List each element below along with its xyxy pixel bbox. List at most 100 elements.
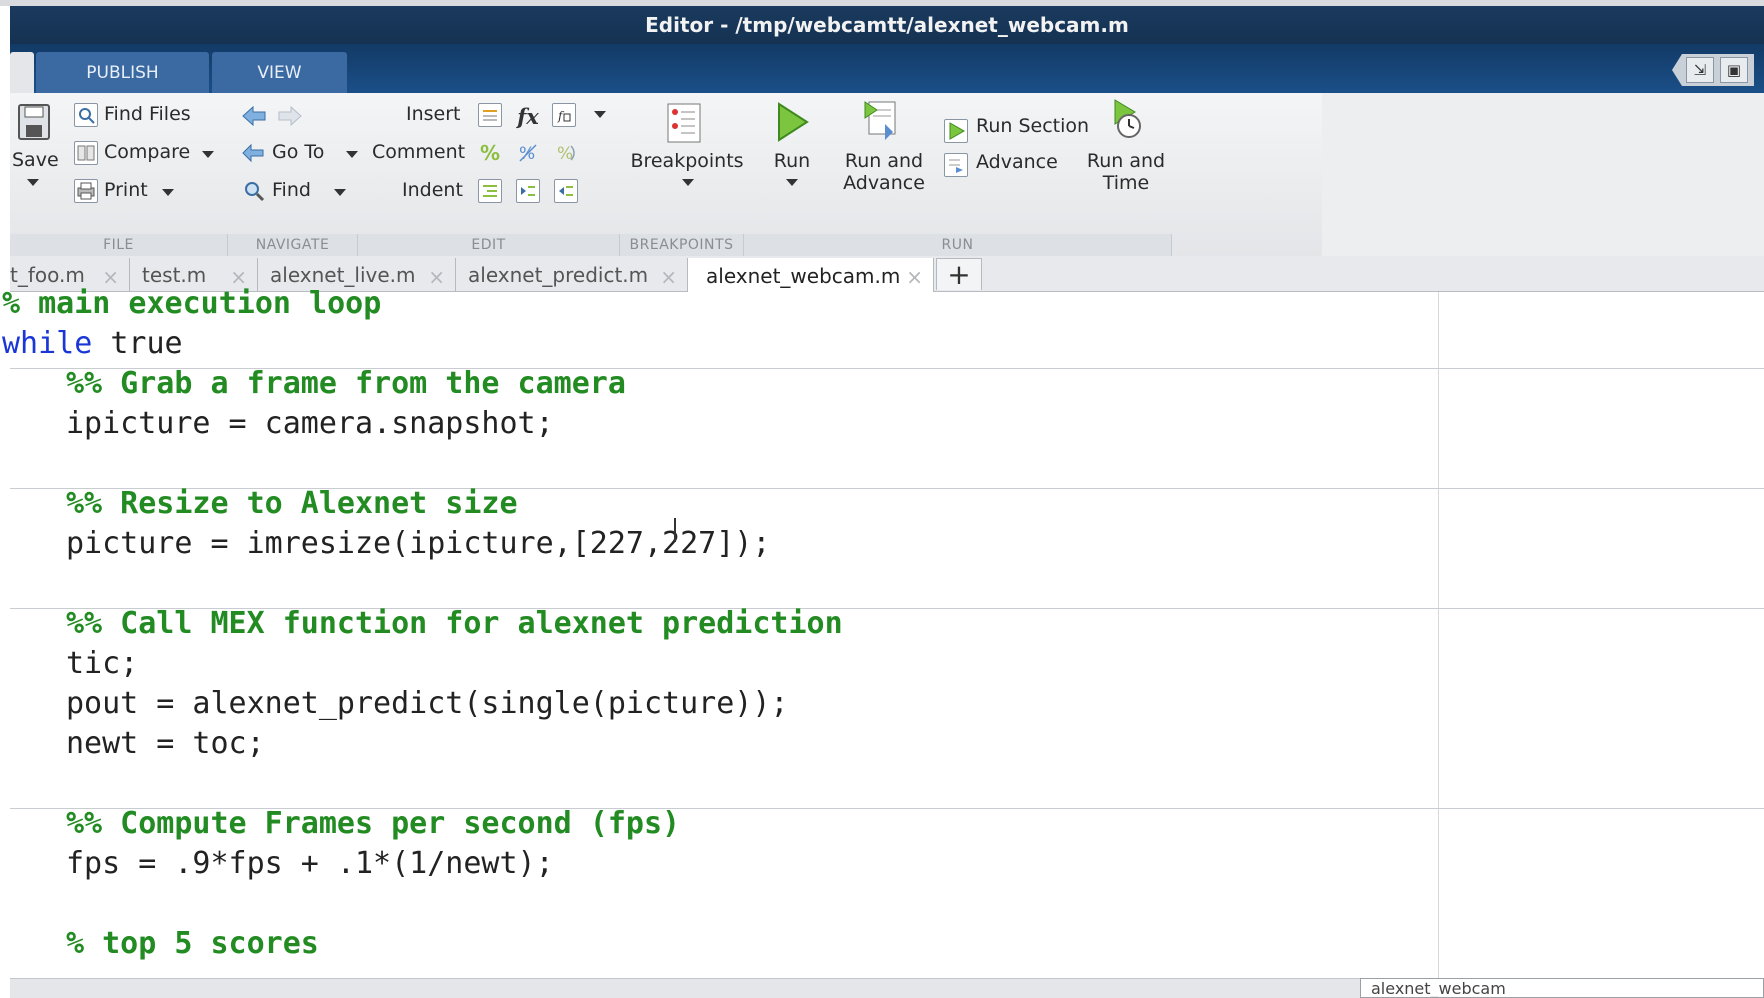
print-button[interactable]: Print — [104, 179, 148, 201]
run-group-label: RUN — [744, 234, 1172, 256]
find-icon[interactable] — [242, 179, 266, 203]
insert-formula-icon[interactable]: f — [552, 103, 576, 127]
run-dropdown-icon[interactable] — [786, 179, 798, 186]
breakpoints-icon[interactable] — [664, 101, 704, 145]
insert-section-icon[interactable] — [478, 103, 502, 127]
comment-label: Comment — [372, 141, 466, 163]
run-and-time-label-2[interactable]: Time — [1078, 171, 1174, 195]
navigate-group-label: NAVIGATE — [228, 234, 358, 256]
text-cursor — [674, 518, 684, 542]
insert-function-icon[interactable]: fx — [514, 103, 542, 129]
code-while-condition: true — [92, 326, 183, 361]
code-line-while: while true — [2, 324, 183, 364]
right-margin-line — [1438, 292, 1439, 978]
insert-dropdown-icon[interactable] — [594, 111, 606, 118]
undock-icon[interactable]: ⇲ — [1686, 57, 1714, 83]
breakpoints-group: Breakpoints BREAKPOINTS — [620, 93, 744, 256]
code-line-section-header: %% Resize to Alexnet size — [66, 486, 518, 521]
save-button[interactable]: Save — [12, 149, 59, 171]
run-and-time-label-1[interactable]: Run and — [1078, 149, 1174, 173]
find-button[interactable]: Find — [272, 179, 311, 201]
run-section-button[interactable]: Run Section — [976, 115, 1089, 137]
run-and-advance-label-2[interactable]: Advance — [836, 171, 932, 195]
indent-label: Indent — [402, 179, 463, 201]
code-line: fps = .9*fps + .1*(1/newt); — [66, 846, 554, 881]
code-line: newt = toc; — [66, 726, 265, 761]
run-button[interactable]: Run — [744, 149, 840, 173]
compare-dropdown-icon[interactable] — [202, 151, 214, 158]
code-line: tic; — [66, 646, 139, 681]
plus-icon: + — [947, 258, 971, 291]
insert-label: Insert — [406, 103, 461, 125]
doc-tab-label: alexnet_predict.m — [468, 263, 649, 287]
go-to-icon[interactable] — [240, 141, 266, 165]
decrease-indent-icon[interactable] — [554, 179, 578, 203]
ribbon-tab-bar: PUBLISH VIEW ⇲ ▣ — [10, 44, 1764, 93]
save-dropdown-icon[interactable] — [27, 179, 39, 186]
ribbon-empty-area — [1322, 93, 1764, 256]
print-icon[interactable] — [74, 179, 98, 203]
go-to-button[interactable]: Go To — [272, 141, 324, 163]
run-and-time-icon[interactable] — [1106, 97, 1148, 143]
breakpoints-dropdown-icon[interactable] — [682, 179, 694, 186]
wrap-comments-icon[interactable]: % — [554, 141, 578, 165]
breakpoints-button[interactable]: Breakpoints — [620, 149, 754, 173]
run-and-advance-label-1[interactable]: Run and — [836, 149, 932, 173]
run-icon[interactable] — [772, 99, 812, 145]
tab-view[interactable]: VIEW — [212, 52, 347, 93]
tab-editor[interactable] — [10, 52, 34, 93]
code-line: ipicture = camera.snapshot; — [66, 406, 554, 441]
svg-text:%: % — [557, 144, 573, 164]
smart-indent-icon[interactable] — [478, 179, 502, 203]
save-icon[interactable] — [16, 103, 52, 141]
find-files-button[interactable]: Find Files — [104, 103, 191, 125]
tab-publish[interactable]: PUBLISH — [36, 52, 209, 93]
code-editor[interactable]: % main execution loop while true %% Grab… — [2, 286, 1764, 978]
find-dropdown-icon[interactable] — [334, 189, 346, 196]
run-and-advance-icon[interactable] — [860, 97, 902, 143]
increase-indent-icon[interactable] — [516, 179, 540, 203]
save-layout-icon[interactable]: ▣ — [1720, 57, 1748, 83]
code-line: picture = imresize(ipicture,[227,227]); — [66, 526, 771, 561]
find-files-icon[interactable] — [74, 103, 98, 127]
doc-tab-alexnet-webcam[interactable]: alexnet_webcam.m × — [688, 258, 934, 293]
code-line-section-header: %% Call MEX function for alexnet predict… — [66, 606, 843, 641]
doc-tab-label: alexnet_webcam.m — [706, 263, 901, 288]
advance-button[interactable]: Advance — [976, 151, 1058, 173]
close-tab-icon[interactable]: × — [906, 265, 923, 289]
code-line: pout = alexnet_predict(single(picture)); — [66, 686, 789, 721]
tab-publish-label: PUBLISH — [86, 62, 159, 83]
code-line-comment: % main execution loop — [2, 286, 382, 321]
keyword-while: while — [2, 326, 93, 361]
window-title-bar: Editor - /tmp/webcamtt/alexnet_webcam.m — [10, 6, 1764, 44]
forward-arrow-icon[interactable] — [276, 103, 304, 129]
file-group: Save Find Files Compare Print FILE — [10, 93, 228, 256]
go-to-dropdown-icon[interactable] — [346, 151, 358, 158]
compare-icon[interactable] — [74, 141, 98, 165]
status-function-name: alexnet_webcam — [1371, 979, 1506, 998]
back-arrow-icon[interactable] — [240, 103, 268, 129]
close-tab-icon[interactable]: × — [660, 265, 677, 289]
code-line-section-header: %% Grab a frame from the camera — [66, 366, 626, 401]
print-dropdown-icon[interactable] — [162, 189, 174, 196]
insert-function-label: fx — [517, 103, 539, 129]
new-tab-button[interactable]: + — [936, 258, 982, 291]
file-group-label: FILE — [10, 234, 228, 256]
tab-view-label: VIEW — [257, 62, 302, 83]
breakpoints-group-label: BREAKPOINTS — [620, 234, 744, 256]
compare-button[interactable]: Compare — [104, 141, 190, 163]
close-tab-icon[interactable]: × — [428, 265, 445, 289]
navigate-group: Go To Find NAVIGATE — [228, 93, 358, 256]
doc-tab-alexnet-predict[interactable]: alexnet_predict.m × — [456, 258, 688, 292]
advance-icon[interactable] — [944, 153, 968, 177]
comment-icon[interactable]: % — [478, 141, 502, 165]
run-section-icon[interactable] — [944, 119, 968, 143]
run-group: Run Run and Advance Run Section Advance … — [744, 93, 1172, 256]
code-line-comment: % top 5 scores — [66, 926, 319, 961]
code-line-section-header: %% Compute Frames per second (fps) — [66, 806, 681, 841]
uncomment-icon[interactable]: % — [516, 141, 540, 165]
edit-group: Insert fx f Comment % % % Indent EDIT — [358, 93, 620, 256]
window-title: Editor - /tmp/webcamtt/alexnet_webcam.m — [645, 13, 1129, 37]
edit-group-label: EDIT — [358, 234, 620, 256]
status-function-box[interactable]: alexnet_webcam — [1360, 978, 1764, 998]
